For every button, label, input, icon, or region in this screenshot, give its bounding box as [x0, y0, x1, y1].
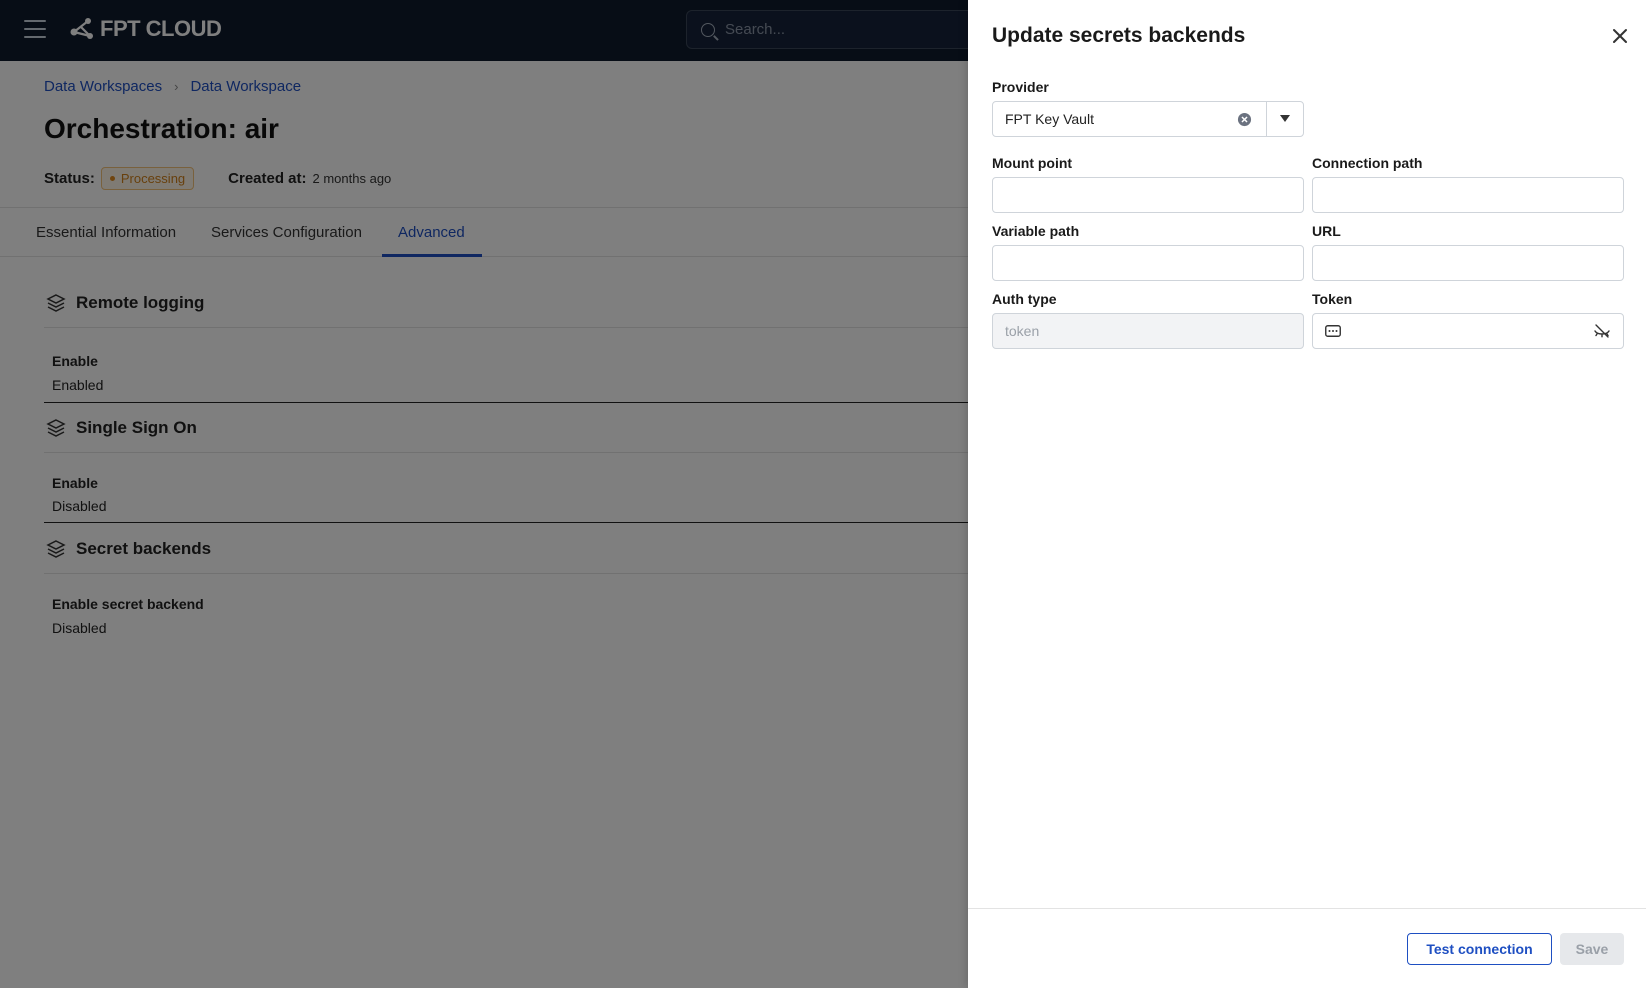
mount-point-label: Mount point: [992, 155, 1073, 171]
provider-select[interactable]: FPT Key Vault: [992, 101, 1304, 137]
eye-off-icon[interactable]: [1593, 322, 1611, 340]
caret-down-icon: [1280, 115, 1290, 122]
password-key-icon: [1325, 325, 1341, 337]
mount-point-input[interactable]: [992, 177, 1304, 213]
test-connection-button[interactable]: Test connection: [1407, 933, 1552, 965]
variable-path-input[interactable]: [992, 245, 1304, 281]
token-input[interactable]: [1341, 316, 1593, 346]
update-secrets-backends-drawer: Update secrets backends Provider FPT Key…: [968, 0, 1646, 988]
token-label: Token: [1312, 291, 1353, 307]
url-input[interactable]: [1312, 245, 1624, 281]
connection-path-label: Connection path: [1312, 155, 1423, 171]
dropdown-toggle[interactable]: [1267, 102, 1303, 136]
connection-path-input[interactable]: [1312, 177, 1624, 213]
drawer-title: Update secrets backends: [992, 24, 1246, 47]
auth-type-input: [992, 313, 1304, 349]
provider-label: Provider: [992, 79, 1049, 95]
drawer-footer-divider: [968, 908, 1646, 909]
clear-icon[interactable]: [1237, 112, 1252, 127]
save-button[interactable]: Save: [1560, 933, 1624, 965]
auth-type-label: Auth type: [992, 291, 1057, 307]
token-field[interactable]: [1312, 313, 1624, 349]
provider-selected-value: FPT Key Vault: [1005, 111, 1094, 127]
url-label: URL: [1312, 223, 1341, 239]
variable-path-label: Variable path: [992, 223, 1080, 239]
close-icon[interactable]: [1610, 26, 1630, 46]
